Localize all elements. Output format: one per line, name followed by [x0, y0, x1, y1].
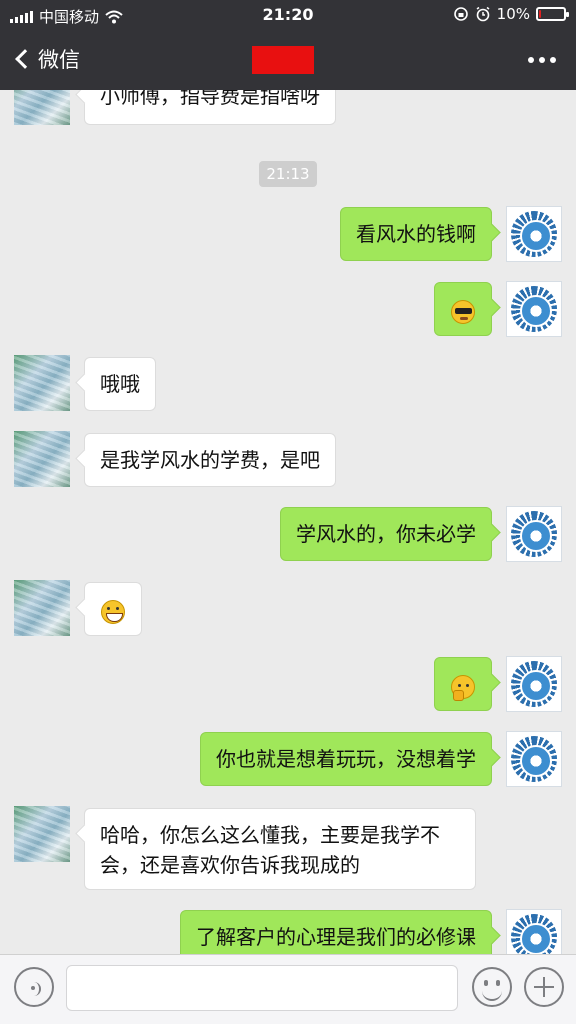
- contact-avatar[interactable]: [14, 431, 70, 487]
- message-bubble-outgoing[interactable]: 了解客户的心理是我们的必修课: [180, 910, 492, 954]
- message-bubble-incoming[interactable]: [84, 582, 142, 636]
- top-bar: 中国移动 21:20 10% 微信: [0, 0, 576, 90]
- grin-emoji-icon: [101, 599, 125, 624]
- message-bubble-outgoing[interactable]: 看风水的钱啊: [340, 207, 492, 261]
- battery-fill: [539, 10, 541, 18]
- message-bubble-incoming[interactable]: 小师傅，指导费是指啥呀: [84, 90, 336, 125]
- alarm-icon: [476, 6, 490, 22]
- my-avatar[interactable]: [506, 206, 562, 262]
- message-bubble-incoming[interactable]: 哦哦: [84, 357, 156, 411]
- bagua-avatar-icon: [511, 511, 557, 557]
- message-bubble-incoming[interactable]: 哈哈，你怎么这么懂我，主要是我学不会，还是喜欢你告诉我现成的: [84, 808, 476, 890]
- more-dots-icon[interactable]: [528, 57, 556, 63]
- bagua-avatar-icon: [511, 914, 557, 954]
- my-avatar[interactable]: [506, 281, 562, 337]
- bagua-avatar-icon: [511, 736, 557, 782]
- my-avatar[interactable]: [506, 506, 562, 562]
- status-bar: 中国移动 21:20 10%: [0, 0, 576, 30]
- contact-avatar[interactable]: [14, 355, 70, 411]
- plus-icon[interactable]: [524, 967, 564, 1007]
- cool-emoji-icon: [451, 299, 475, 324]
- contact-avatar[interactable]: [14, 806, 70, 862]
- message-bubble-outgoing[interactable]: [434, 657, 492, 711]
- message-input[interactable]: [66, 965, 458, 1011]
- chevron-left-icon: [15, 49, 35, 69]
- back-label: 微信: [38, 48, 80, 72]
- contact-avatar[interactable]: [14, 90, 70, 125]
- nav-bar: 微信: [0, 30, 576, 90]
- battery-percent: 10%: [496, 5, 530, 23]
- message-bubble-outgoing[interactable]: 学风水的，你未必学: [280, 507, 492, 561]
- battery-icon: [536, 7, 569, 21]
- my-avatar[interactable]: [506, 731, 562, 787]
- message-bubble-outgoing[interactable]: 你也就是想着玩玩，没想着学: [200, 732, 492, 786]
- voice-icon[interactable]: [14, 967, 54, 1007]
- bagua-avatar-icon: [511, 211, 557, 257]
- rotation-lock-icon: [453, 7, 468, 21]
- chat-title-redacted: [252, 46, 314, 74]
- bagua-avatar-icon: [511, 661, 557, 707]
- contact-avatar[interactable]: [14, 580, 70, 636]
- thinking-emoji-icon: [451, 674, 475, 701]
- message-timestamp: 21:13: [259, 161, 317, 187]
- my-avatar[interactable]: [506, 656, 562, 712]
- message-bubble-outgoing[interactable]: [434, 282, 492, 336]
- bagua-avatar-icon: [511, 286, 557, 332]
- emoji-icon[interactable]: [472, 967, 512, 1007]
- back-button[interactable]: 微信: [12, 44, 80, 74]
- message-bubble-incoming[interactable]: 是我学风水的学费，是吧: [84, 433, 336, 487]
- input-bar: [0, 954, 576, 1024]
- my-avatar[interactable]: [506, 909, 562, 954]
- chat-area[interactable]: 小师傅，指导费是指啥呀 21:13 看风水的钱啊 哦哦 是我学风水的学费，是吧 …: [0, 90, 576, 954]
